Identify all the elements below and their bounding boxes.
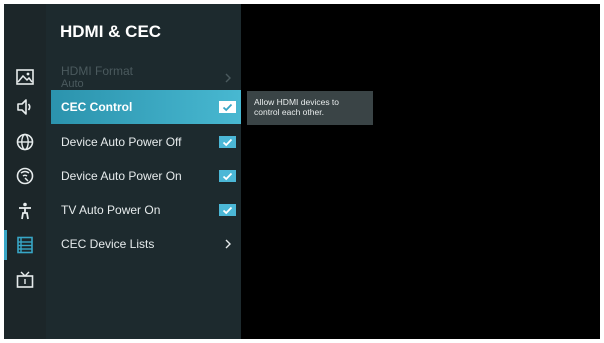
checkmark-icon [222, 103, 233, 111]
accessibility-icon[interactable] [4, 196, 46, 226]
checkmark-icon [222, 172, 233, 180]
panel-title: HDMI & CEC [60, 22, 162, 41]
cec-control-checkbox[interactable] [219, 101, 236, 113]
settings-category-rail [4, 4, 46, 339]
sound-icon[interactable] [4, 92, 46, 122]
tv-channels-icon[interactable] [4, 265, 46, 295]
chevron-right-icon [225, 239, 231, 249]
tooltip-line: control each other. [254, 107, 324, 117]
menu-item-label: Device Auto Power Off [61, 135, 182, 149]
menu-item-cec-control[interactable]: CEC Control [51, 90, 241, 124]
general-settings-icon[interactable] [4, 230, 46, 260]
device-auto-power-off-checkbox[interactable] [219, 136, 236, 148]
checkmark-icon [222, 206, 233, 214]
tv-auto-power-on-checkbox[interactable] [219, 204, 236, 216]
checkmark-icon [222, 138, 233, 146]
chevron-right-icon [225, 73, 231, 83]
menu-item-label: TV Auto Power On [61, 203, 161, 217]
picture-icon[interactable] [4, 62, 46, 92]
menu-item-device-auto-power-on[interactable]: Device Auto Power On [51, 159, 241, 193]
menu-item-value: Auto [61, 78, 84, 90]
menu-item-label: CEC Device Lists [61, 237, 155, 251]
help-tooltip: Allow HDMI devices to control each other… [247, 91, 373, 125]
device-auto-power-on-checkbox[interactable] [219, 170, 236, 182]
hdmi-cec-panel: HDMI & CEC HDMI Format Auto CEC Control … [46, 4, 241, 339]
menu-item-tv-auto-power-on[interactable]: TV Auto Power On [51, 193, 241, 227]
menu-item-label: CEC Control [61, 100, 133, 114]
tv-screen: HDMI & CEC HDMI Format Auto CEC Control … [4, 4, 600, 339]
wifi-settings-icon[interactable] [4, 161, 46, 191]
network-icon[interactable] [4, 127, 46, 157]
menu-item-cec-device-lists[interactable]: CEC Device Lists [51, 227, 241, 261]
menu-item-label: Device Auto Power On [61, 169, 182, 183]
menu-item-device-auto-power-off[interactable]: Device Auto Power Off [51, 125, 241, 159]
menu-item-label: HDMI Format [61, 64, 133, 78]
tooltip-line: Allow HDMI devices to [254, 97, 340, 107]
menu-item-hdmi-format[interactable]: HDMI Format Auto [51, 59, 241, 93]
